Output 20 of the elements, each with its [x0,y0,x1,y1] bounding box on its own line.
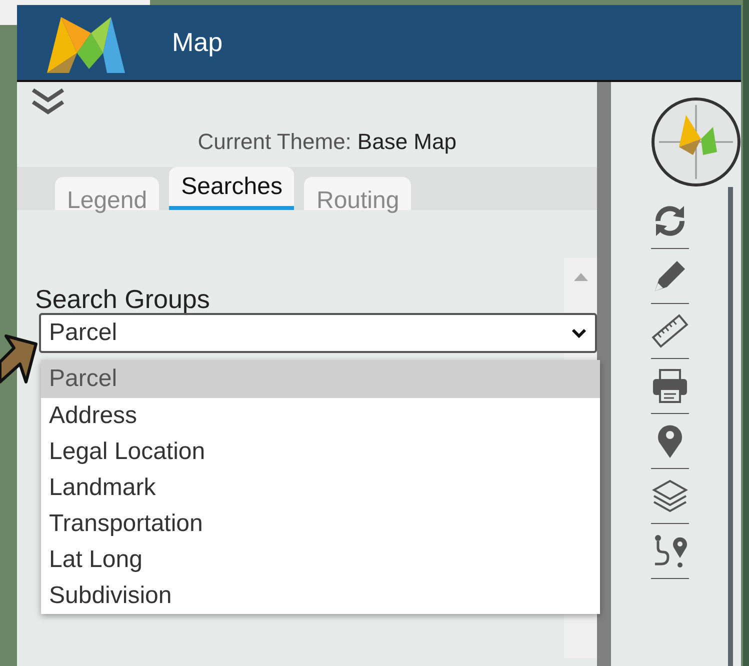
theme-value: Base Map [357,128,456,156]
panel-splitter[interactable] [597,82,611,666]
dropdown-option[interactable]: Parcel [41,360,600,398]
printer-icon[interactable] [651,367,689,405]
dropdown-option[interactable]: Landmark [41,470,600,506]
theme-label: Current Theme: [198,128,352,156]
compass-icon[interactable] [651,97,741,187]
chevron-down-icon [571,328,587,338]
dropdown-option[interactable]: Address [41,398,600,434]
window-title: Map [172,26,223,59]
search-groups-select[interactable]: Parcel [39,313,597,353]
ruler-icon[interactable] [651,312,689,350]
layers-icon[interactable] [651,477,689,515]
dropdown-option[interactable]: Legal Location [41,434,600,470]
dropdown-option[interactable]: Transportation [41,506,600,542]
dropdown-option[interactable]: Lat Long [41,542,600,578]
search-groups-label: Search Groups [35,283,210,316]
tab[interactable]: Searches [169,167,294,210]
dropdown-option[interactable]: Subdivision [41,578,600,614]
collapse-chevron-icon[interactable] [30,87,66,117]
